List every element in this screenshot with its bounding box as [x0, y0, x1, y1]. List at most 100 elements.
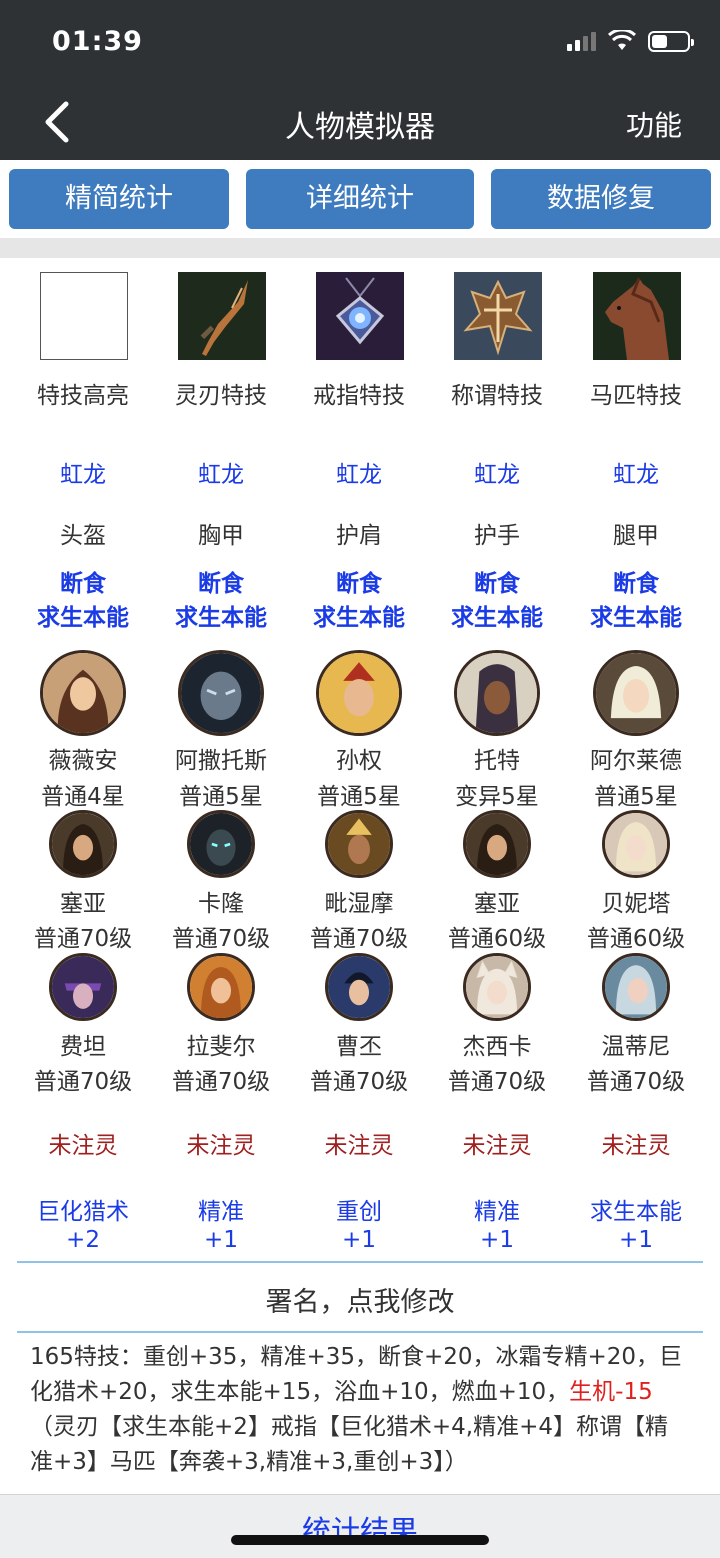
bonus-value: +1 [204, 1227, 238, 1253]
sub-hero-avatar[interactable] [49, 810, 117, 878]
divider [17, 1331, 703, 1333]
skill-summary: 165特技：重创+35，精准+35，断食+20，冰霜专精+20，巨化猎术+20，… [30, 1340, 690, 1480]
page-title: 人物模拟器 [285, 110, 435, 145]
hero-name: 托特 [474, 748, 520, 774]
armor-slot-helmet[interactable]: 头盔 [14, 516, 152, 550]
hero-name: 孙权 [336, 748, 382, 774]
hero-avatar[interactable] [40, 650, 126, 736]
divider [17, 1261, 703, 1263]
sub-hero-avatar[interactable] [463, 953, 531, 1021]
status-icons [567, 30, 694, 52]
armor-skill-2: 求生本能 [37, 605, 129, 631]
bonus-skill: 重创 [336, 1199, 382, 1225]
armor-skill-2: 求生本能 [451, 605, 543, 631]
armor-slot-gloves[interactable]: 护手 [428, 516, 566, 550]
hero-avatar[interactable] [593, 650, 679, 736]
horse-special-label: 马匹特技 [590, 383, 682, 409]
simple-stats-button[interactable]: 精简统计 [9, 169, 229, 229]
armor-skill-2: 求生本能 [313, 605, 405, 631]
special-highlight-label: 特技高亮 [37, 383, 129, 409]
sub-hero-level: 普通70级 [171, 926, 271, 952]
infusion-status[interactable]: 未注灵 [567, 1126, 705, 1160]
stats-button-row: 精简统计 详细统计 数据修复 [0, 160, 720, 240]
bonus-skill: 求生本能 [590, 1199, 682, 1225]
sub-hero-avatar[interactable] [187, 810, 255, 878]
sub-hero-name: 毗湿摩 [324, 891, 394, 917]
set-name[interactable]: 虹龙 [428, 455, 566, 489]
sub-hero-name: 温蒂尼 [601, 1034, 671, 1060]
blade-icon[interactable] [178, 272, 266, 360]
infusion-status[interactable]: 未注灵 [14, 1126, 152, 1160]
hero-avatar[interactable] [316, 650, 402, 736]
sub-hero-name: 贝妮塔 [601, 891, 671, 917]
sub-hero-level: 普通70级 [309, 926, 409, 952]
bonus-value: +1 [619, 1227, 653, 1253]
armor-skill-1: 断食 [60, 571, 106, 597]
sub-hero-avatar[interactable] [463, 810, 531, 878]
set-name[interactable]: 虹龙 [567, 455, 705, 489]
blade-special-label: 灵刃特技 [175, 383, 267, 409]
sub-hero-avatar[interactable] [187, 953, 255, 1021]
summary-detail: （灵刃【求生本能+2】戒指【巨化猎术+4,精准+4】称谓【精准+3】马匹【奔袭+… [30, 1414, 669, 1475]
wifi-icon [608, 30, 636, 50]
sub-hero-level: 普通70级 [33, 1069, 133, 1095]
sub-hero-name: 塞亚 [474, 891, 520, 917]
sub-hero-name: 卡隆 [198, 891, 244, 917]
blank-box-icon[interactable] [40, 272, 128, 360]
infusion-status[interactable]: 未注灵 [428, 1126, 566, 1160]
sub-hero-level: 普通70级 [586, 1069, 686, 1095]
sub-hero-level: 普通70级 [447, 1069, 547, 1095]
hero-avatar[interactable] [454, 650, 540, 736]
sub-hero-avatar[interactable] [602, 953, 670, 1021]
armor-skill-2: 求生本能 [590, 605, 682, 631]
sub-hero-level: 普通70级 [171, 1069, 271, 1095]
armor-skill-2: 求生本能 [175, 605, 267, 631]
infusion-status[interactable]: 未注灵 [290, 1126, 428, 1160]
hero-name: 阿撒托斯 [175, 748, 267, 774]
bonus-skill: 巨化猎术 [37, 1199, 129, 1225]
ring-icon[interactable] [316, 272, 404, 360]
sub-hero-avatar[interactable] [49, 953, 117, 1021]
bonus-skill: 精准 [474, 1199, 520, 1225]
bonus-skill: 精准 [198, 1199, 244, 1225]
armor-skill-1: 断食 [474, 571, 520, 597]
app-header: 01:39 人物模拟器 功能 [0, 0, 720, 160]
detailed-stats-button[interactable]: 详细统计 [246, 169, 474, 229]
hero-name: 薇薇安 [48, 748, 118, 774]
set-name[interactable]: 虹龙 [14, 455, 152, 489]
battery-icon [648, 30, 694, 52]
home-indicator[interactable] [231, 1535, 489, 1545]
armor-slot-legs[interactable]: 腿甲 [567, 516, 705, 550]
hero-rank: 普通5星 [179, 784, 263, 810]
hero-name: 阿尔莱德 [590, 748, 682, 774]
status-time: 01:39 [52, 26, 143, 57]
sub-hero-level: 普通70级 [309, 1069, 409, 1095]
title-emblem-icon[interactable] [454, 272, 542, 360]
hero-rank: 普通5星 [317, 784, 401, 810]
bonus-value: +1 [342, 1227, 376, 1253]
section-divider-band [0, 238, 720, 258]
infusion-status[interactable]: 未注灵 [152, 1126, 290, 1160]
function-menu-button[interactable]: 功能 [626, 104, 682, 144]
horse-icon[interactable] [593, 272, 681, 360]
bonus-value: +1 [480, 1227, 514, 1253]
armor-skill-1: 断食 [336, 571, 382, 597]
armor-skill-1: 断食 [613, 571, 659, 597]
hero-rank: 变异5星 [455, 784, 539, 810]
title-special-label: 称谓特技 [451, 383, 543, 409]
signal-icon [567, 31, 596, 51]
sub-hero-name: 塞亚 [60, 891, 106, 917]
sub-hero-avatar[interactable] [325, 953, 393, 1021]
armor-slot-shoulder[interactable]: 护肩 [290, 516, 428, 550]
sub-hero-name: 拉斐尔 [186, 1034, 256, 1060]
set-name[interactable]: 虹龙 [152, 455, 290, 489]
sub-hero-avatar[interactable] [602, 810, 670, 878]
sub-hero-avatar[interactable] [325, 810, 393, 878]
armor-slot-chest[interactable]: 胸甲 [152, 516, 290, 550]
set-name[interactable]: 虹龙 [290, 455, 428, 489]
sub-hero-level: 普通60级 [447, 926, 547, 952]
hero-avatar[interactable] [178, 650, 264, 736]
signature-edit-button[interactable]: 署名，点我修改 [0, 1280, 720, 1319]
sub-hero-name: 费坦 [60, 1034, 106, 1060]
data-repair-button[interactable]: 数据修复 [491, 169, 711, 229]
